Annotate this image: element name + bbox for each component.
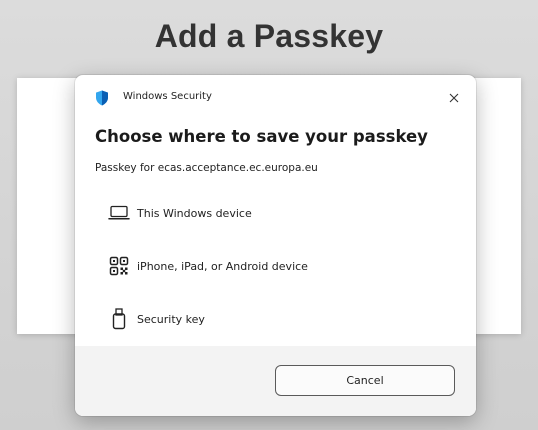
close-button[interactable] <box>443 87 465 109</box>
shield-icon <box>96 90 108 106</box>
usb-key-icon <box>107 307 131 331</box>
option-label: iPhone, iPad, or Android device <box>137 259 308 273</box>
passkey-site-text: Passkey for ecas.acceptance.ec.europa.eu <box>95 162 318 174</box>
laptop-icon <box>107 201 131 225</box>
qr-code-icon <box>107 254 131 278</box>
option-mobile-device[interactable]: iPhone, iPad, or Android device <box>95 246 456 286</box>
dialog-titlebar: Windows Security <box>75 75 476 119</box>
dialog-heading: Choose where to save your passkey <box>95 127 428 146</box>
option-label: This Windows device <box>137 206 252 220</box>
cancel-button[interactable]: Cancel <box>275 365 455 396</box>
option-this-windows-device[interactable]: This Windows device <box>95 193 456 233</box>
dialog-footer: Cancel <box>75 346 476 416</box>
option-security-key[interactable]: Security key <box>95 299 456 339</box>
page-title: Add a Passkey <box>154 18 384 54</box>
dialog-app-title: Windows Security <box>123 91 212 102</box>
close-icon <box>449 93 459 103</box>
windows-security-dialog: Windows Security Choose where to save yo… <box>75 75 476 416</box>
option-label: Security key <box>137 312 205 326</box>
